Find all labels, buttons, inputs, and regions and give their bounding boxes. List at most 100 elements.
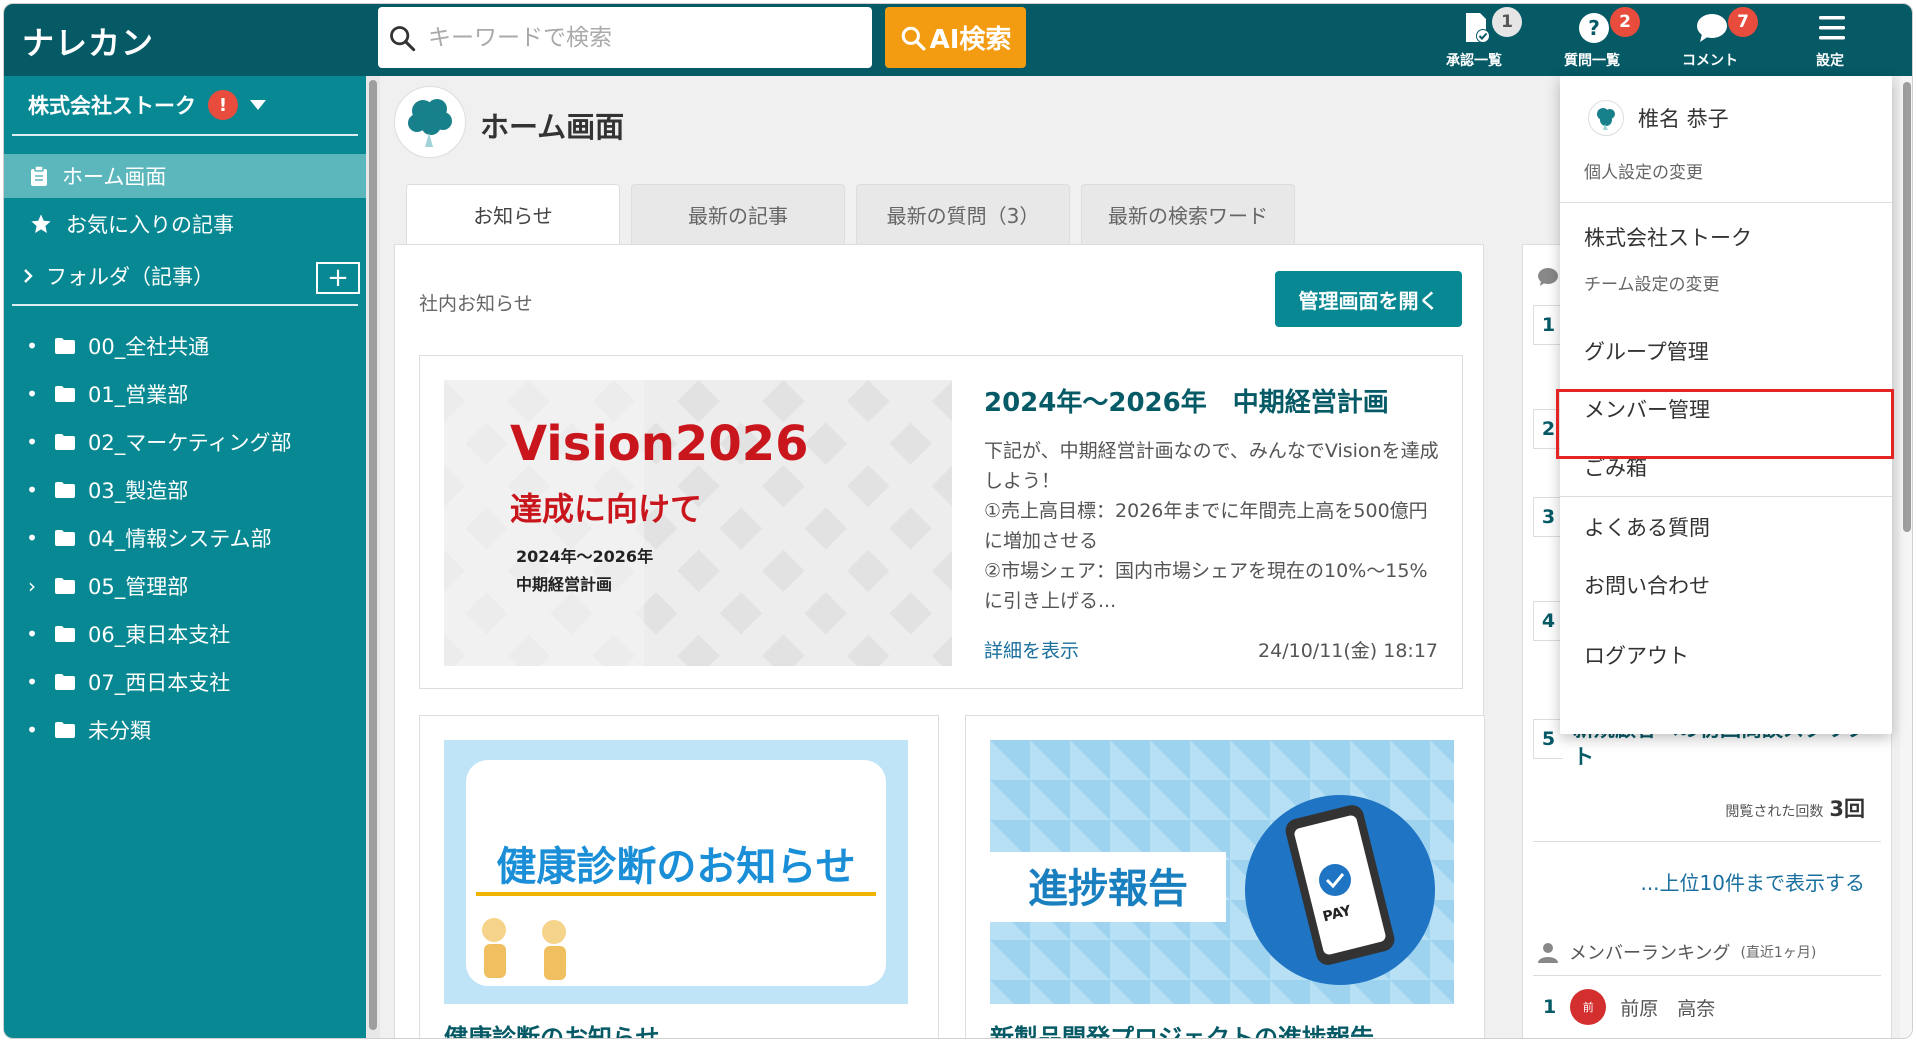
menu-icon — [1819, 16, 1845, 40]
sidebar-folder-item[interactable]: • 未分類 — [4, 710, 366, 750]
search-input[interactable] — [428, 7, 858, 68]
sidebar-divider — [12, 304, 358, 306]
sidebar-folder-item[interactable]: • 03_製造部 — [4, 470, 366, 510]
section-label: 社内お知らせ — [419, 293, 533, 315]
featured-notice-body: 下記が、中期経営計画なので、みんなでVisionを達成しよう！ ①売上高目標：2… — [984, 440, 1439, 612]
folder-icon — [55, 338, 75, 354]
avatar — [1588, 100, 1624, 136]
add-folder-button[interactable]: + — [316, 262, 360, 294]
personal-settings-link[interactable]: 個人設定の変更 — [1584, 158, 1703, 183]
comment-badge: 7 — [1728, 7, 1758, 37]
chevron-right-icon — [24, 269, 33, 283]
show-top10-link[interactable]: ...上位10件まで表示する — [1640, 867, 1865, 896]
dropdown-divider — [1560, 496, 1892, 497]
folder-icon — [55, 434, 75, 450]
bullet-icon: • — [26, 670, 38, 694]
top-header: ナレカン AI検索 1 承認一覧 — [4, 4, 1912, 76]
bullet-icon: • — [26, 718, 38, 742]
dropdown-user: 椎名 恭子 — [1588, 100, 1729, 136]
settings-button[interactable]: 設定 — [1780, 4, 1880, 76]
company-alert-badge: ! — [208, 90, 238, 120]
sidebar-item-home[interactable]: ホーム画面 — [4, 154, 366, 198]
folder-label: 04_情報システム部 — [88, 527, 272, 551]
rank-number: 1 — [1543, 996, 1557, 1018]
tab-latest-questions[interactable]: 最新の質問（3） — [856, 184, 1070, 244]
svg-text:?: ? — [1588, 16, 1600, 40]
sidebar-scrollbar[interactable] — [366, 76, 380, 1038]
question-badge: 2 — [1610, 7, 1640, 37]
bullet-icon: • — [26, 622, 38, 646]
member-ranking-label: メンバーランキング — [1569, 943, 1731, 964]
tab-notices[interactable]: お知らせ — [406, 184, 620, 244]
image-line-2: 中期経営計画 — [516, 575, 612, 594]
show-details-link[interactable]: 詳細を表示 — [984, 636, 1079, 663]
sidebar-folder-item[interactable]: › 05_管理部 — [4, 566, 366, 606]
sidebar-folder-item[interactable]: • 04_情報システム部 — [4, 518, 366, 558]
menu-item-faq[interactable]: よくある質問 — [1584, 512, 1710, 542]
menu-item-group-management[interactable]: グループ管理 — [1584, 336, 1709, 366]
featured-notice-card[interactable]: Vision2026 達成に向けて 2024年〜2026年 中期経営計画 202… — [419, 355, 1463, 689]
avatar: 前 — [1570, 989, 1607, 1025]
folder-section-toggle[interactable]: フォルダ（記事） — [4, 254, 366, 298]
scrollbar-thumb[interactable] — [369, 80, 377, 1030]
member-ranking-header: メンバーランキング (直近1ヶ月) — [1537, 939, 1816, 965]
image-line-1: 2024年〜2026年 — [516, 547, 653, 566]
main-scrollbar[interactable] — [1900, 76, 1912, 1038]
folder-icon — [55, 626, 75, 642]
folder-icon — [55, 674, 75, 690]
comment-icon — [1697, 14, 1727, 42]
sidebar: 株式会社ストーク ! ホーム画面 お気に入りの記事 フォルダ（記事） + • 0… — [4, 76, 366, 1038]
view-count-label: 閲覧された回数 — [1725, 804, 1824, 820]
health-notice-image: 健康診断のお知らせ — [444, 740, 908, 1004]
company-switcher[interactable]: 株式会社ストーク ! — [28, 90, 266, 120]
open-admin-button[interactable]: 管理画面を開く — [1275, 271, 1462, 327]
caret-down-icon — [250, 100, 266, 110]
folder-icon — [55, 722, 75, 738]
tab-latest-search-words[interactable]: 最新の検索ワード — [1081, 184, 1295, 244]
ai-search-label: AI検索 — [929, 25, 1012, 55]
sidebar-folder-item[interactable]: • 07_西日本支社 — [4, 662, 366, 702]
member-rank-row[interactable]: 1 前 前原 高奈 — [1533, 989, 1715, 1025]
search-icon — [901, 26, 926, 50]
health-notice-title[interactable]: 健康診断のお知らせ — [444, 1018, 660, 1038]
notice-card-progress[interactable]: 進捗報告 PAY 新製品開発プロジェクトの進捗報告 — [965, 715, 1485, 1038]
app-logo[interactable]: ナレカン — [22, 18, 154, 64]
comment-button[interactable]: 7 コメント — [1660, 4, 1760, 76]
image-title: Vision2026 — [510, 416, 809, 472]
rank-number: 1 — [1533, 305, 1563, 345]
folder-icon — [55, 482, 75, 498]
folder-label: 06_東日本支社 — [88, 623, 231, 647]
page-title: ホーム画面 — [480, 110, 625, 144]
comment-icon — [1538, 268, 1558, 286]
notices-panel: 社内お知らせ 管理画面を開く Vision2026 達成に向けて 2024年〜2… — [394, 244, 1485, 1038]
team-settings-link[interactable]: チーム設定の変更 — [1584, 270, 1720, 295]
star-icon — [31, 214, 51, 233]
folder-icon — [55, 578, 75, 594]
folder-label: 未分類 — [88, 719, 151, 743]
sidebar-folder-item[interactable]: • 02_マーケティング部 — [4, 422, 366, 462]
sidebar-item-favorites[interactable]: お気に入りの記事 — [4, 202, 366, 246]
featured-notice-date: 24/10/11(金) 18:17 — [1258, 640, 1438, 662]
menu-item-logout[interactable]: ログアウト — [1584, 640, 1689, 670]
approval-list-button[interactable]: 1 承認一覧 — [1424, 4, 1524, 76]
question-list-button[interactable]: ? 2 質問一覧 — [1542, 4, 1642, 76]
sidebar-folder-item[interactable]: • 00_全社共通 — [4, 326, 366, 366]
featured-notice-title[interactable]: 2024年〜2026年 中期経営計画 — [984, 382, 1389, 419]
folder-label: 03_製造部 — [88, 479, 189, 503]
search-box[interactable] — [378, 7, 872, 68]
view-count-value: 3回 — [1829, 797, 1865, 821]
approval-badge: 1 — [1492, 7, 1522, 37]
progress-notice-title[interactable]: 新製品開発プロジェクトの進捗報告 — [990, 1018, 1374, 1038]
sidebar-folder-item[interactable]: • 06_東日本支社 — [4, 614, 366, 654]
scrollbar-thumb[interactable] — [1903, 82, 1911, 532]
ai-search-button[interactable]: AI検索 — [885, 7, 1026, 68]
clipboard-icon — [31, 166, 47, 186]
sidebar-folder-item[interactable]: • 01_営業部 — [4, 374, 366, 414]
dropdown-divider — [1560, 202, 1892, 203]
notice-card-health[interactable]: 健康診断のお知らせ 健康診断のお知らせ — [419, 715, 939, 1038]
menu-item-contact[interactable]: お問い合わせ — [1584, 570, 1710, 600]
tab-latest-articles[interactable]: 最新の記事 — [631, 184, 845, 244]
image-subtitle: 達成に向けて — [510, 490, 702, 528]
question-list-label: 質問一覧 — [1564, 53, 1620, 69]
user-name: 椎名 恭子 — [1638, 107, 1729, 131]
